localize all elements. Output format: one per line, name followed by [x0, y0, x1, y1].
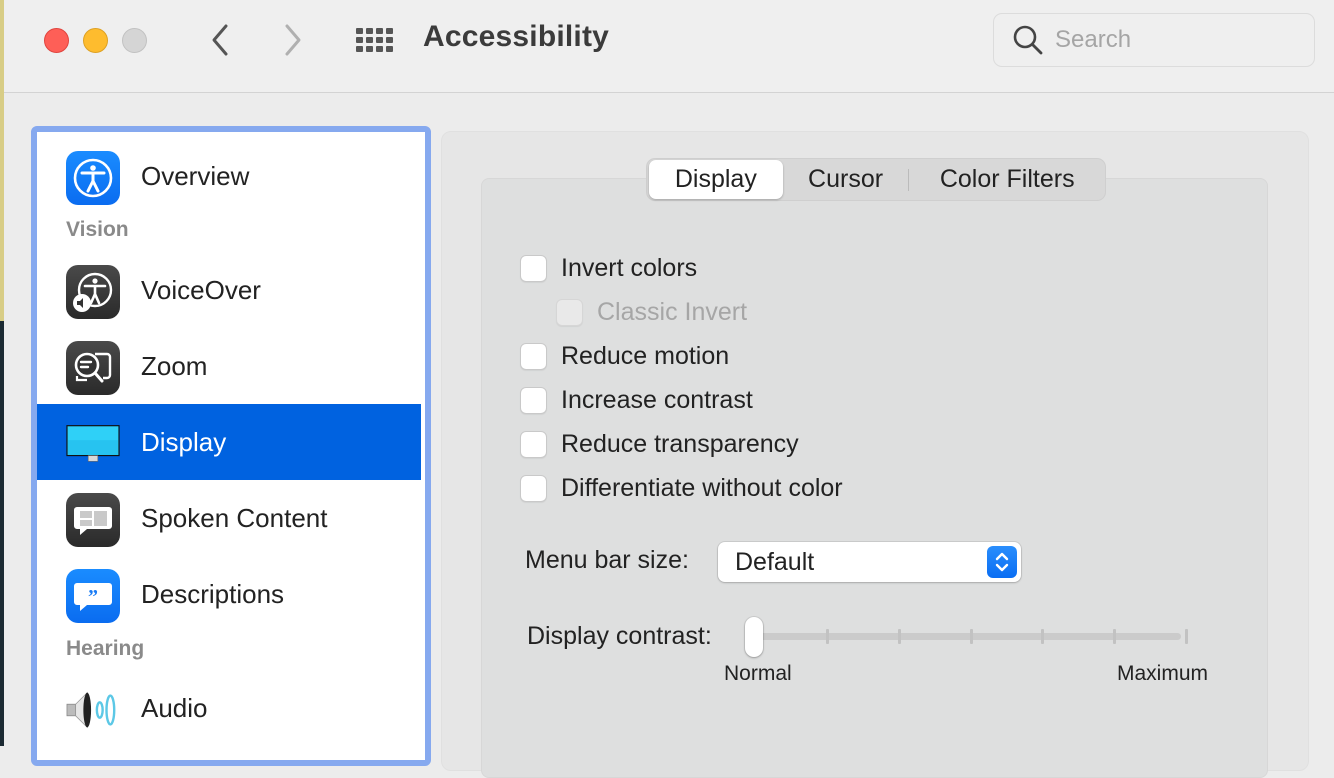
- slider-min-label: Normal: [724, 662, 792, 685]
- display-contrast-slider[interactable]: [745, 615, 1188, 659]
- slider-max-label: Maximum: [1117, 662, 1209, 685]
- minimize-window-button[interactable]: [83, 28, 108, 53]
- up-down-chevron-icon: [987, 546, 1017, 578]
- slider-tick: [897, 629, 901, 644]
- slider-tick: [825, 629, 829, 644]
- sidebar-item-spoken-content[interactable]: Spoken Content: [37, 480, 421, 556]
- display-monitor-icon: [66, 417, 120, 471]
- forward-button[interactable]: [278, 22, 308, 58]
- sidebar-item-label: Spoken Content: [141, 502, 328, 533]
- sidebar-item-label: Zoom: [141, 350, 208, 381]
- option-label: Differentiate without color: [561, 474, 843, 502]
- toolbar: Accessibility: [4, 0, 1334, 93]
- display-contrast-label: Display contrast:: [527, 622, 712, 650]
- slider-tick: [1185, 629, 1188, 644]
- increase-contrast-checkbox[interactable]: [520, 387, 547, 414]
- segmented-tab-control: Display Cursor Color Filters: [646, 158, 1106, 201]
- voiceover-icon: [66, 265, 120, 319]
- search-icon: [1013, 25, 1043, 55]
- reduce-motion-option[interactable]: Reduce motion: [520, 342, 729, 371]
- differentiate-without-color-option[interactable]: Differentiate without color: [520, 474, 843, 503]
- slider-tick: [1113, 629, 1117, 644]
- tab-color-filters[interactable]: Color Filters: [909, 160, 1105, 199]
- sidebar-item-label: VoiceOver: [141, 274, 261, 305]
- chevron-left-icon: [212, 24, 228, 56]
- invert-colors-option[interactable]: Invert colors: [520, 254, 697, 283]
- sidebar-item-label: Descriptions: [141, 578, 285, 609]
- slider-thumb[interactable]: [745, 617, 763, 657]
- classic-invert-option: Classic Invert: [556, 298, 747, 327]
- slider-tick: [969, 629, 973, 644]
- option-label: Classic Invert: [597, 298, 748, 326]
- tab-display[interactable]: Display: [649, 160, 783, 199]
- invert-colors-checkbox[interactable]: [520, 255, 547, 282]
- option-label: Reduce transparency: [561, 430, 799, 458]
- sidebar-item-voiceover[interactable]: VoiceOver: [37, 252, 421, 328]
- classic-invert-checkbox: [556, 299, 583, 326]
- speaker-icon: [66, 683, 120, 737]
- system-preferences-window: Accessibility Overview Vision VoiceOver: [4, 0, 1334, 778]
- descriptions-quote-icon: ”: [66, 569, 120, 623]
- sidebar-item-zoom[interactable]: Zoom: [37, 328, 421, 404]
- sidebar-section-vision: Vision: [66, 218, 129, 241]
- option-label: Invert colors: [561, 254, 698, 282]
- sidebar-item-label: Overview: [141, 160, 250, 191]
- sidebar-item-audio[interactable]: Audio: [37, 670, 421, 746]
- menu-bar-size-popup[interactable]: Default: [718, 542, 1021, 582]
- sidebar-item-label: Display: [141, 426, 227, 457]
- sidebar-item-label: Audio: [141, 692, 208, 723]
- sidebar: Overview Vision VoiceOver Zoom Display S…: [31, 126, 431, 766]
- differentiate-without-color-checkbox[interactable]: [520, 475, 547, 502]
- zoom-magnifier-icon: [66, 341, 120, 395]
- sidebar-item-overview[interactable]: Overview: [37, 138, 421, 214]
- slider-track: [753, 633, 1181, 640]
- sidebar-item-descriptions[interactable]: ” Descriptions: [37, 556, 421, 632]
- accessibility-icon: [66, 151, 120, 205]
- menu-bar-size-value: Default: [735, 547, 815, 576]
- sidebar-section-hearing: Hearing: [66, 637, 145, 660]
- close-window-button[interactable]: [44, 28, 69, 53]
- back-button[interactable]: [205, 22, 235, 58]
- increase-contrast-option[interactable]: Increase contrast: [520, 386, 753, 415]
- zoom-window-button[interactable]: [122, 28, 147, 53]
- sidebar-item-display[interactable]: Display: [37, 404, 421, 480]
- search-input[interactable]: [1055, 26, 1295, 54]
- slider-tick: [1041, 629, 1045, 644]
- show-all-grid-button[interactable]: [354, 25, 394, 55]
- search-field[interactable]: [993, 13, 1315, 67]
- svg-text:”: ”: [88, 586, 98, 608]
- chevron-right-icon: [285, 24, 301, 56]
- tab-cursor[interactable]: Cursor: [783, 160, 909, 199]
- option-label: Reduce motion: [561, 342, 730, 370]
- spoken-content-icon: [66, 493, 120, 547]
- reduce-transparency-checkbox[interactable]: [520, 431, 547, 458]
- reduce-motion-checkbox[interactable]: [520, 343, 547, 370]
- window-title: Accessibility: [423, 20, 610, 53]
- reduce-transparency-option[interactable]: Reduce transparency: [520, 430, 799, 459]
- menu-bar-size-label: Menu bar size:: [525, 546, 689, 574]
- option-label: Increase contrast: [561, 386, 753, 414]
